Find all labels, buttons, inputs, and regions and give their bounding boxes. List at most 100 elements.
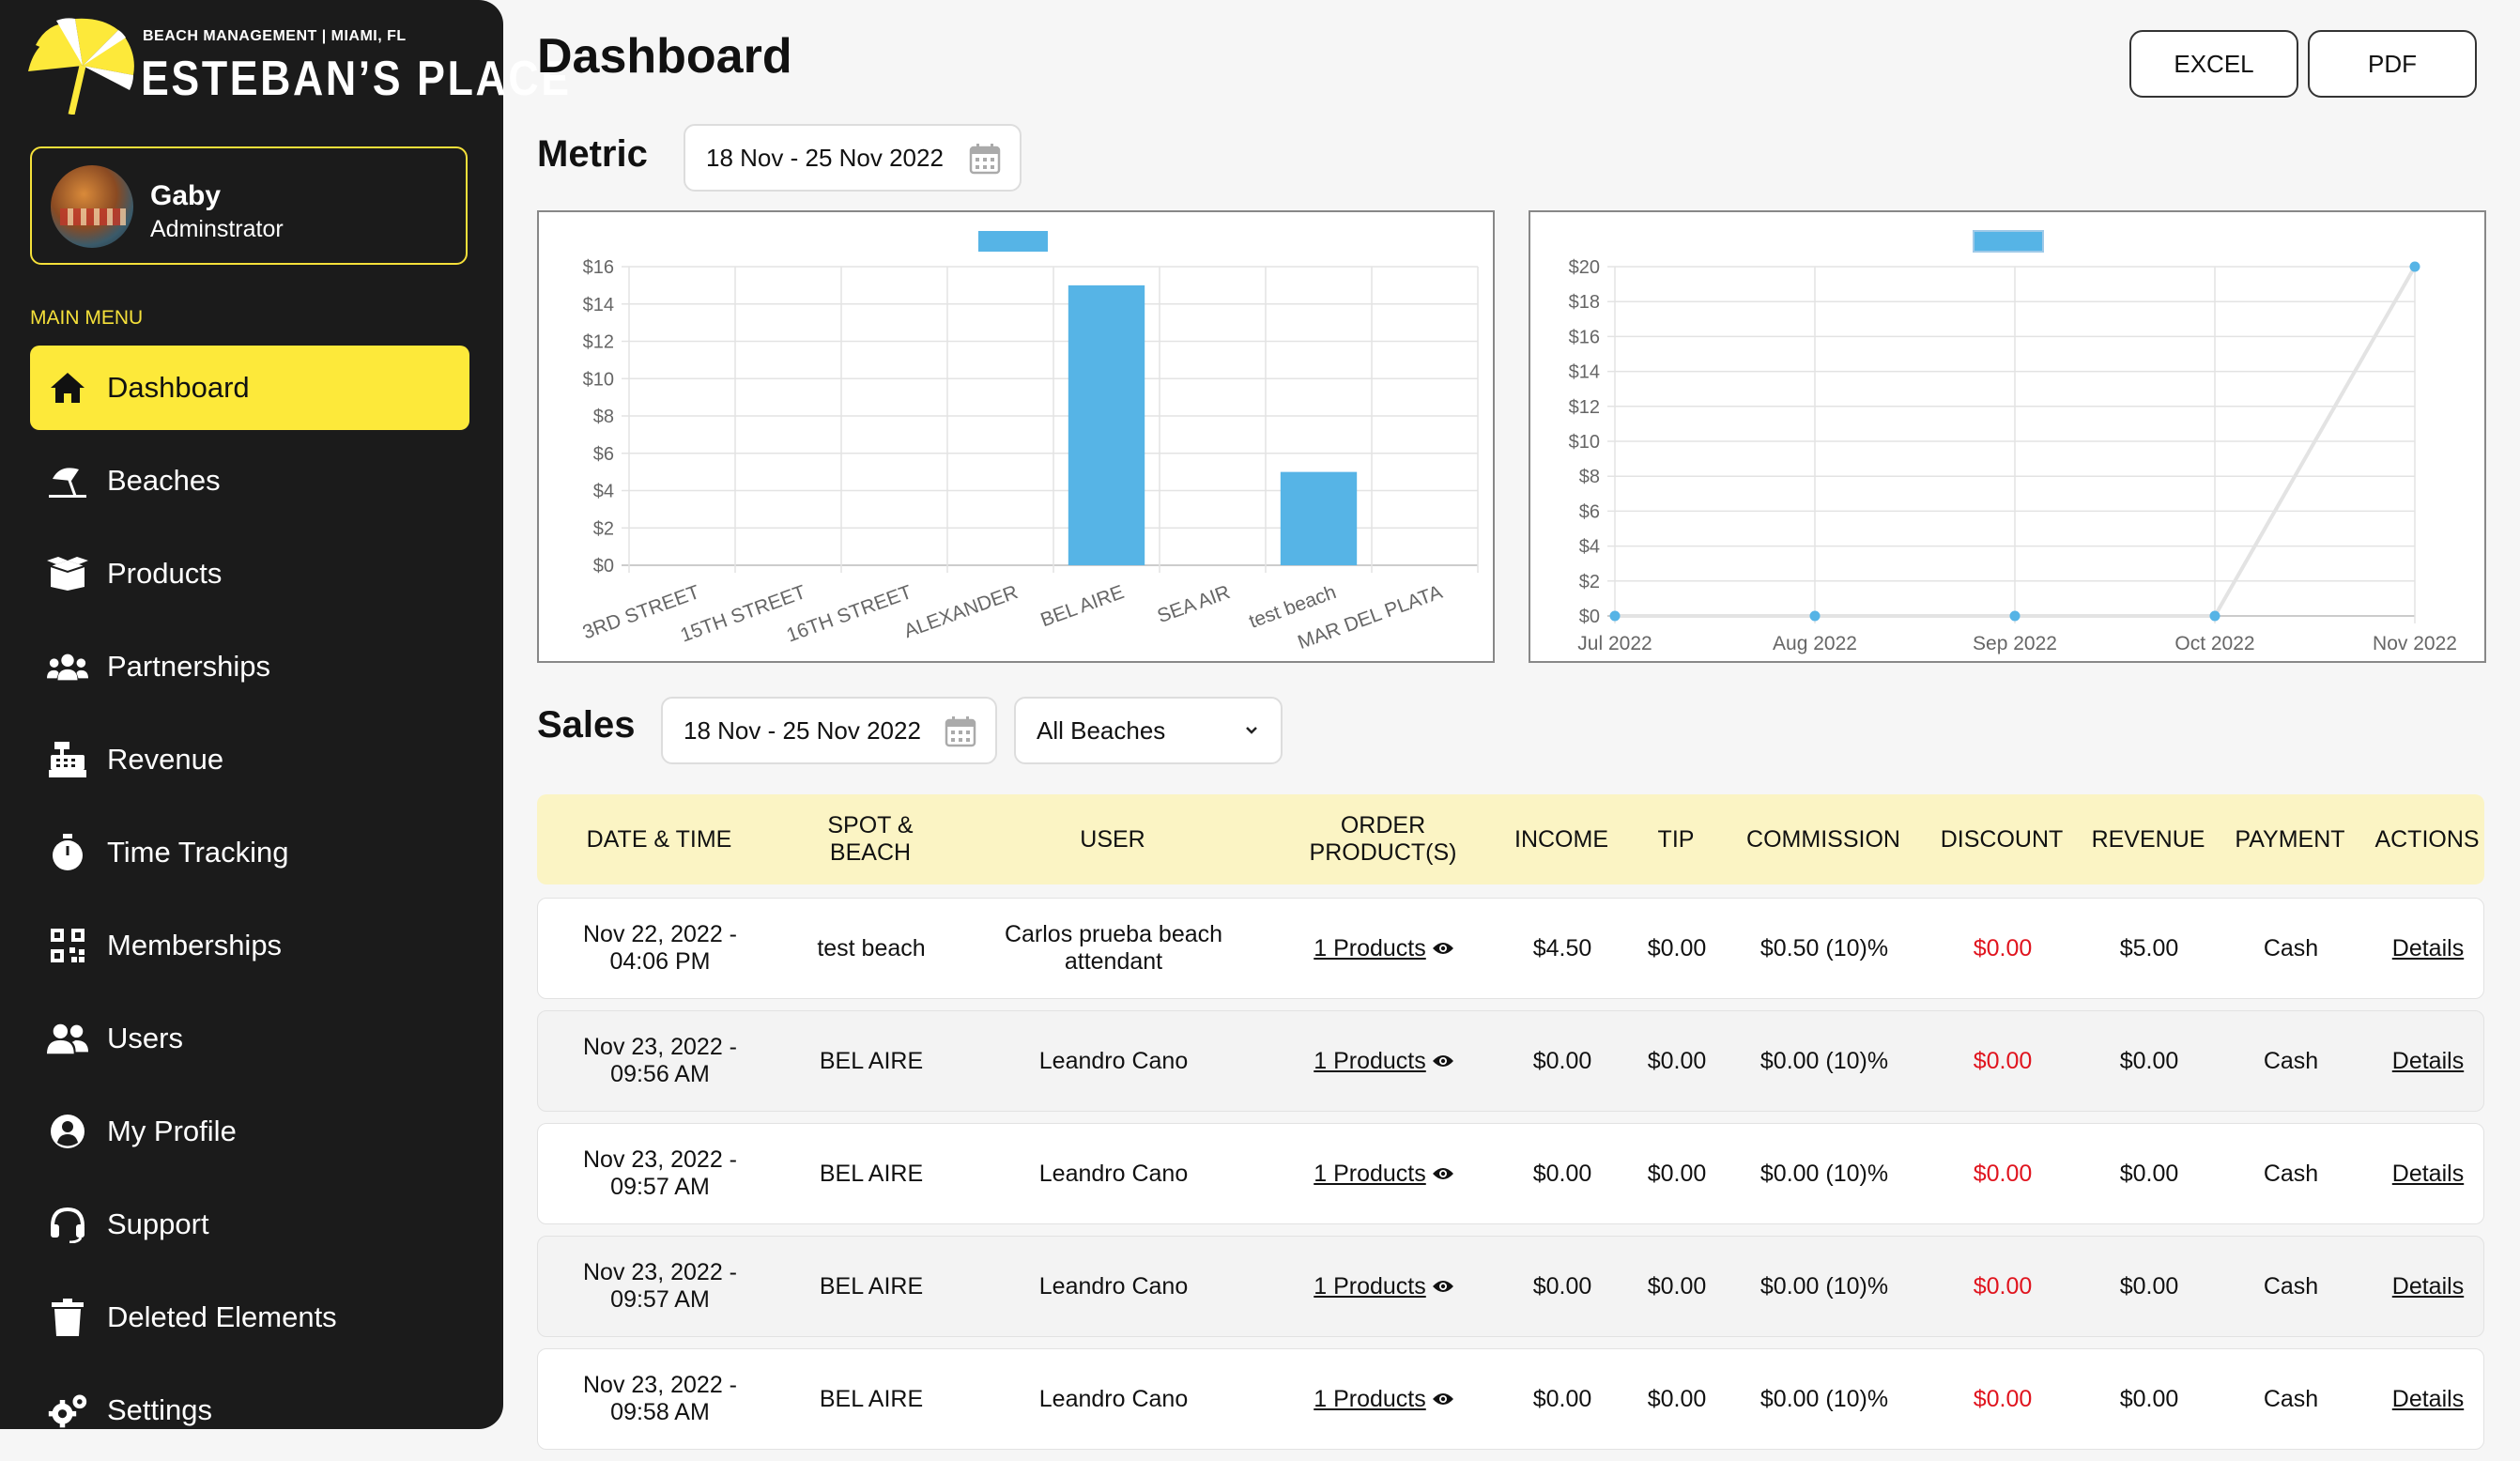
cell-user: Leandro Cano <box>1038 1272 1189 1300</box>
cell-time: 09:56 AM <box>610 1061 710 1087</box>
details-link[interactable]: Details <box>2371 899 2485 998</box>
beach-umbrella-icon <box>47 460 88 501</box>
products-link[interactable]: 1 Products <box>1267 1349 1501 1449</box>
cell-time: 09:58 AM <box>610 1399 710 1425</box>
table-row: Nov 23, 2022 -09:58 AM BEL AIRE Leandro Ca… <box>537 1348 2484 1450</box>
y-tick-label: $20 <box>1569 257 1600 278</box>
metric-date-range-picker[interactable]: 18 Nov - 25 Nov 2022 <box>684 124 1022 192</box>
products-link[interactable]: 1 Products <box>1267 1011 1501 1111</box>
column-header-actions: ACTIONS <box>2374 825 2480 853</box>
y-tick-label: $0 <box>1579 607 1600 627</box>
sidebar-item-users[interactable]: Users <box>30 996 469 1081</box>
palm-logo-icon <box>28 18 134 115</box>
sidebar-item-beaches[interactable]: Beaches <box>30 438 469 523</box>
column-header-tip: TIP <box>1657 825 1695 853</box>
details-link[interactable]: Details <box>2371 1237 2485 1336</box>
y-tick-label: $2 <box>1579 572 1600 592</box>
brand[interactable]: BEACH MANAGEMENT | MIAMI, FL ESTEBAN’S P… <box>28 13 569 116</box>
cell-revenue: $0.00 <box>2119 1385 2179 1412</box>
eye-icon <box>1432 943 1453 954</box>
sidebar-item-dashboard[interactable]: Dashboard <box>30 346 469 430</box>
y-tick-label: $14 <box>1569 362 1600 383</box>
gears-icon <box>47 1390 88 1431</box>
details-link[interactable]: Details <box>2371 1011 2485 1111</box>
details-link[interactable]: Details <box>2371 1349 2485 1449</box>
sidebar-item-settings[interactable]: Settings <box>30 1368 469 1453</box>
products-link[interactable]: 1 Products <box>1267 1124 1501 1223</box>
y-tick-label: $14 <box>583 295 614 315</box>
cell-discount: $0.00 <box>1973 934 2033 961</box>
column-header-spot-beach: SPOT & BEACH <box>827 812 914 866</box>
cell-date: Nov 23, 2022 - <box>583 1372 737 1398</box>
bar <box>1068 285 1145 565</box>
sidebar-item-revenue[interactable]: Revenue <box>30 717 469 802</box>
cell-income: $4.50 <box>1532 934 1592 961</box>
y-tick-label: $8 <box>593 407 614 427</box>
cash-register-icon <box>47 739 88 780</box>
products-link[interactable]: 1 Products <box>1267 1237 1501 1336</box>
stopwatch-icon <box>47 832 88 873</box>
sidebar-item-label: Products <box>107 557 223 590</box>
sales-date-range-picker[interactable]: 18 Nov - 25 Nov 2022 <box>661 697 997 764</box>
sidebar-item-label: Revenue <box>107 743 224 776</box>
cell-date: Nov 23, 2022 - <box>583 1034 737 1060</box>
sidebar-item-label: Partnerships <box>107 650 271 683</box>
box-icon <box>47 553 88 594</box>
products-link-label: 1 Products <box>1314 1385 1426 1412</box>
beach-filter-select[interactable]: All Beaches <box>1014 697 1283 764</box>
bar-chart: $0$2$4$6$8$10$12$14$163RD STREET15TH STR… <box>580 231 1479 654</box>
sidebar-item-label: Settings <box>107 1393 213 1426</box>
eye-icon <box>1432 1168 1453 1179</box>
brand-name: ESTEBAN’S PLACE <box>141 52 572 106</box>
cell-payment: Cash <box>2263 1160 2319 1187</box>
cell-revenue: $0.00 <box>2119 1160 2179 1187</box>
sidebar-item-time-tracking[interactable]: Time Tracking <box>30 810 469 895</box>
sidebar-item-products[interactable]: Products <box>30 531 469 616</box>
cell-tip: $0.00 <box>1647 1160 1707 1187</box>
users-group-icon <box>47 646 88 687</box>
details-link[interactable]: Details <box>2371 1124 2485 1223</box>
export-excel-button[interactable]: EXCEL <box>2129 30 2298 98</box>
cell-discount: $0.00 <box>1973 1272 2033 1300</box>
sidebar-item-memberships[interactable]: Memberships <box>30 903 469 988</box>
sidebar-item-partnerships[interactable]: Partnerships <box>30 624 469 709</box>
cell-payment: Cash <box>2263 1385 2319 1412</box>
column-header-income: INCOME <box>1514 825 1608 853</box>
x-tick-label: SEA AIR <box>1155 581 1234 627</box>
bar-chart-panel: $0 $2 $4 $6 $8 $10 $12 $14 $16 3RD STREET 15TH STR… <box>537 210 1495 663</box>
y-tick-label: $4 <box>1579 537 1600 558</box>
sidebar-item-label: Dashboard <box>107 371 250 404</box>
x-tick-label: Jul 2022 <box>1577 633 1652 654</box>
products-link[interactable]: 1 Products <box>1267 899 1501 998</box>
cell-user: Leandro Cano <box>1038 1047 1189 1074</box>
sidebar: BEACH MANAGEMENT | MIAMI, FL ESTEBAN’S P… <box>0 0 569 1429</box>
data-point <box>2209 610 2220 622</box>
y-tick-label: $18 <box>1569 292 1600 313</box>
cell-revenue: $0.00 <box>2119 1272 2179 1300</box>
cell-income: $0.00 <box>1532 1160 1592 1187</box>
eye-icon <box>1432 1281 1453 1292</box>
column-header-discount: DISCOUNT <box>1940 825 2064 853</box>
products-link-label: 1 Products <box>1314 1047 1426 1074</box>
column-header-user: USER <box>1080 825 1145 853</box>
cell-commission: $0.00 (10)% <box>1759 1160 1889 1187</box>
user-card[interactable]: Gaby Adminstrator <box>30 146 468 265</box>
export-pdf-button[interactable]: PDF <box>2308 30 2477 98</box>
column-header-commission: COMMISSION <box>1746 825 1900 853</box>
y-tick-label: $4 <box>593 482 614 502</box>
avatar <box>51 165 133 248</box>
x-tick-label: Oct 2022 <box>2174 633 2254 654</box>
cell-commission: $0.50 (10)% <box>1759 934 1889 961</box>
table-row: Nov 23, 2022 -09:56 AM BEL AIRE Leandro Ca… <box>537 1010 2484 1112</box>
sidebar-item-my-profile[interactable]: My Profile <box>30 1089 469 1174</box>
cell-commission: $0.00 (10)% <box>1759 1047 1889 1074</box>
cell-payment: Cash <box>2263 1047 2319 1074</box>
cell-income: $0.00 <box>1532 1385 1592 1412</box>
x-tick-label: ALEXANDER <box>901 581 1021 642</box>
cell-user: Leandro Cano <box>1038 1160 1189 1187</box>
cell-commission: $0.00 (10)% <box>1759 1272 1889 1300</box>
sidebar-item-deleted-elements[interactable]: Deleted Elements <box>30 1275 469 1360</box>
sidebar-item-support[interactable]: Support <box>30 1182 469 1267</box>
cell-spot: BEL AIRE <box>819 1272 924 1300</box>
data-point <box>1809 610 1821 622</box>
